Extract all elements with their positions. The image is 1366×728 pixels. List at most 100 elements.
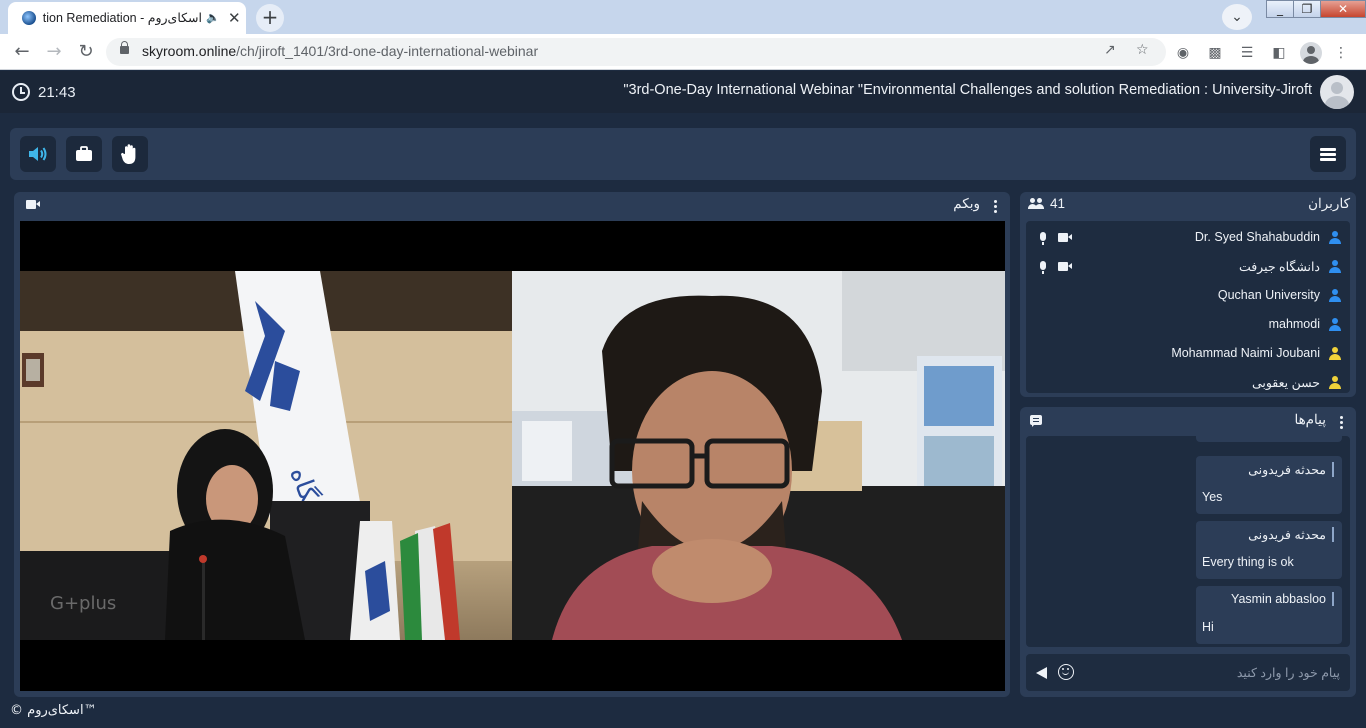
main-menu-button[interactable] <box>1310 136 1346 172</box>
message-input[interactable] <box>1026 654 1350 691</box>
browser-menu-icon[interactable]: ⋮ <box>1330 42 1352 64</box>
video-feed-left[interactable]: دانشگاه G+plus <box>20 271 512 640</box>
maximize-button[interactable]: ❐ <box>1293 0 1321 18</box>
hamburger-menu-icon <box>1320 148 1336 151</box>
user-count-group: 41 <box>1028 196 1065 211</box>
video-feed-right[interactable] <box>512 271 1005 640</box>
extension-icon[interactable]: ◉ <box>1172 42 1194 64</box>
briefcase-icon <box>76 146 92 161</box>
tab-search-chevron-icon[interactable]: ⌄ <box>1222 4 1252 30</box>
person-icon <box>1329 318 1341 332</box>
close-window-button[interactable]: ✕ <box>1320 0 1366 18</box>
user-row[interactable]: mahmodi <box>1026 315 1350 337</box>
users-group-icon <box>1028 197 1044 210</box>
mic-icon[interactable] <box>1040 261 1046 274</box>
forward-arrow-icon[interactable]: → <box>42 40 66 64</box>
camera-icon[interactable] <box>1058 233 1072 242</box>
raise-hand-icon <box>121 144 136 164</box>
browser-tab-strip: اسکای‌روم - Environmental Challenges and… <box>0 0 1366 34</box>
user-row[interactable]: حسن یعقوبی <box>1026 373 1350 395</box>
back-arrow-icon[interactable]: ← <box>10 40 34 64</box>
message-item: Yasmin abbasloo Hi <box>1196 586 1342 644</box>
webcam-title: وبکم <box>953 196 980 211</box>
browser-tab[interactable]: اسکای‌روم - Environmental Challenges and… <box>8 2 246 34</box>
user-name: حسن یعقوبی <box>1251 376 1320 390</box>
message-text: Every thing is ok <box>1202 555 1294 569</box>
emoji-icon[interactable] <box>1058 664 1074 680</box>
new-tab-button[interactable]: + <box>256 4 284 32</box>
media-control-icon[interactable]: ☰ <box>1236 42 1258 64</box>
minimize-button[interactable]: _ <box>1266 0 1294 18</box>
speaker-toggle-button[interactable] <box>20 136 56 172</box>
address-bar[interactable]: skyroom.online/ch/jiroft_1401/3rd-one-da… <box>106 38 1166 66</box>
bookmark-star-icon[interactable]: ☆ <box>1136 42 1149 58</box>
user-row[interactable]: Dr. Syed Shahabuddin <box>1026 228 1350 250</box>
chat-icon <box>1030 415 1042 427</box>
message-sender: Yasmin abbasloo <box>1231 592 1334 606</box>
side-panel-icon[interactable]: ◧ <box>1268 42 1290 64</box>
files-button[interactable] <box>66 136 102 172</box>
videocam-icon[interactable] <box>26 200 40 209</box>
person-icon <box>1329 347 1341 361</box>
left-video-image: دانشگاه G+plus <box>20 271 512 640</box>
video-area: دانشگاه G+plus <box>20 221 1005 691</box>
room-header: 21:43 "3rd-One-Day International Webinar… <box>0 71 1366 113</box>
message-text: Hi <box>1202 620 1214 634</box>
user-name: Mohammad Naimi Joubani <box>1171 346 1320 360</box>
message-text: Yes <box>1202 490 1223 504</box>
person-icon <box>1329 231 1341 245</box>
camera-icon[interactable] <box>1058 262 1072 271</box>
footer-brand: © اسکای‌روم™ <box>10 703 97 718</box>
messages-title: پیام‌ها <box>1294 412 1326 427</box>
room-title: "3rd-One-Day International Webinar "Envi… <box>623 82 1312 98</box>
user-name: دانشگاه جیرفت <box>1238 260 1320 274</box>
tab-title: اسکای‌روم - Environmental Challenges and… <box>42 11 202 25</box>
puzzle-extensions-icon[interactable]: ▩ <box>1204 42 1226 64</box>
message-list[interactable]: محدثه فریدونی Yes محدثه فریدونی Every th… <box>1026 436 1350 647</box>
user-row[interactable]: Quchan University <box>1026 286 1350 308</box>
user-name: mahmodi <box>1268 317 1320 331</box>
user-row[interactable]: دانشگاه جیرفت <box>1026 257 1350 279</box>
user-avatar[interactable] <box>1320 75 1354 109</box>
clock-icon <box>12 83 30 101</box>
share-icon[interactable]: ↗ <box>1104 42 1116 58</box>
users-list: Dr. Syed Shahabuddin دانشگاه جیرفت Qucha… <box>1026 221 1350 393</box>
browser-toolbar: ← → ↻ skyroom.online/ch/jiroft_1401/3rd-… <box>0 34 1366 70</box>
url-path: /ch/jiroft_1401/3rd-one-day-internationa… <box>236 43 539 59</box>
user-row[interactable]: Mohammad Naimi Joubani <box>1026 344 1350 366</box>
message-item <box>1196 436 1342 442</box>
window-controls: _ ❐ ✕ <box>1266 0 1366 20</box>
lock-icon[interactable] <box>120 41 129 54</box>
users-title: کاربران <box>1308 196 1350 211</box>
person-icon <box>1329 376 1341 390</box>
mic-icon[interactable] <box>1040 232 1046 245</box>
message-sender: محدثه فریدونی <box>1248 527 1334 542</box>
profile-avatar-icon[interactable] <box>1300 42 1322 64</box>
messages-panel: پیام‌ها محدثه فریدونی Yes محدثه فریدونی … <box>1020 407 1356 697</box>
user-count: 41 <box>1050 196 1066 211</box>
users-panel: 41 کاربران Dr. Syed Shahabuddin دانشگاه … <box>1020 192 1356 397</box>
message-sender: محدثه فریدونی <box>1248 462 1334 477</box>
webcam-options-icon[interactable] <box>994 200 998 215</box>
send-icon[interactable] <box>1036 667 1047 679</box>
user-name: Dr. Syed Shahabuddin <box>1194 230 1320 244</box>
tab-close-icon[interactable]: ✕ <box>228 9 241 27</box>
url-host: skyroom.online <box>142 43 237 59</box>
message-item: محدثه فریدونی Every thing is ok <box>1196 521 1342 579</box>
session-clock: 21:43 <box>12 83 76 101</box>
url-text[interactable]: skyroom.online/ch/jiroft_1401/3rd-one-da… <box>142 43 538 59</box>
reload-icon[interactable]: ↻ <box>74 40 98 64</box>
raise-hand-button[interactable] <box>112 136 148 172</box>
speaker-icon <box>29 147 47 161</box>
clock-time: 21:43 <box>38 83 76 101</box>
message-item: محدثه فریدونی Yes <box>1196 456 1342 514</box>
webcam-panel: وبکم دانشگاه G+plus <box>14 192 1010 697</box>
room-toolbar <box>10 128 1356 180</box>
person-icon <box>1329 260 1341 274</box>
svg-text:G+plus: G+plus <box>50 593 116 614</box>
skyroom-favicon-icon <box>22 11 36 25</box>
tab-audio-icon[interactable]: 🔈 <box>206 11 220 24</box>
messages-options-icon[interactable] <box>1340 416 1344 431</box>
person-icon <box>1329 289 1341 303</box>
right-video-image <box>512 271 1005 640</box>
